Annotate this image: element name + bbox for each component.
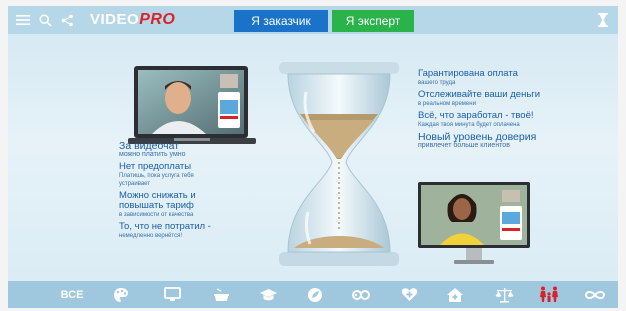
category-graduation-cap-icon[interactable] xyxy=(257,285,279,304)
feature-subtitle: в зависимости от качества xyxy=(119,212,194,218)
category-leaf-icon[interactable] xyxy=(305,285,325,304)
logo-suffix: PRO xyxy=(139,11,176,28)
feature-subtitle: в реальном времени xyxy=(418,101,476,107)
feature-title: Всё, что заработал - твоё! xyxy=(418,110,534,121)
expert-features: Гарантирована оплата вашего труда Отслеж… xyxy=(418,69,578,153)
category-bar: ВСЕ xyxy=(8,281,618,308)
category-heart-plus-icon[interactable] xyxy=(399,285,419,304)
expert-button[interactable]: Я эксперт xyxy=(332,10,414,32)
feature-item: За видеочат можно платить умно xyxy=(119,141,269,159)
customer-features: За видеочат можно платить умно Нет предо… xyxy=(119,141,269,243)
feature-subtitle: немедленно вернётся! xyxy=(119,233,182,239)
feature-item: Нет предоплаты Платишь, пока услуга тебя… xyxy=(119,162,269,188)
feature-subtitle: Платишь, пока услуга тебя устраивает xyxy=(119,173,194,187)
feature-item: То, что не потратил - немедленно вернётс… xyxy=(119,222,269,240)
feature-item: Новый уровень доверия привлечет больше к… xyxy=(418,132,578,150)
logo-prefix: VIDEO xyxy=(90,11,140,28)
share-icon[interactable] xyxy=(58,11,76,29)
feature-subtitle: вашего труда xyxy=(418,80,456,86)
feature-title: За видеочат xyxy=(119,140,180,152)
feature-item: Отслеживайте ваши деньги в реальном врем… xyxy=(418,90,578,108)
feature-title: Новый уровень доверия xyxy=(418,131,537,143)
customer-button[interactable]: Я заказчик xyxy=(234,10,328,32)
category-house-plus-icon[interactable] xyxy=(444,285,466,304)
category-family-icon[interactable] xyxy=(537,285,561,304)
feature-subtitle: привлечет больше клиентов xyxy=(418,142,510,149)
category-monitor-icon[interactable] xyxy=(162,285,182,304)
feature-title: Нет предоплаты xyxy=(119,161,192,172)
logo[interactable]: VIDEOPRO xyxy=(90,11,175,29)
feature-item: Можно снижать и повышать тариф в зависим… xyxy=(119,191,269,219)
feature-title: Гарантирована оплата xyxy=(418,68,518,79)
laptop-illustration xyxy=(128,66,256,148)
feature-title: То, что не потратил - xyxy=(119,221,211,232)
hourglass-icon[interactable] xyxy=(594,11,612,29)
feature-subtitle: Каждая твоя минута будет оплачена xyxy=(418,122,520,128)
app-window: VIDEOPRO Я заказчик Я эксперт За видеоча… xyxy=(8,6,618,308)
feature-subtitle: можно платить умно xyxy=(119,151,186,158)
category-infinity-icon[interactable] xyxy=(583,285,607,304)
category-scales-icon[interactable] xyxy=(493,285,515,304)
feature-title: Отслеживайте ваши деньги xyxy=(418,89,541,100)
category-palette-icon[interactable] xyxy=(111,285,131,304)
feature-title: Можно снижать и повышать тариф xyxy=(119,190,196,211)
feature-item: Всё, что заработал - твоё! Каждая твоя м… xyxy=(418,111,578,129)
top-bar: VIDEOPRO Я заказчик Я эксперт xyxy=(8,6,618,34)
monitor-illustration xyxy=(418,182,530,268)
hourglass-illustration xyxy=(274,62,404,272)
category-infinity-link-icon[interactable] xyxy=(350,285,372,304)
category-all[interactable]: ВСЕ xyxy=(60,285,84,304)
search-icon[interactable] xyxy=(36,11,54,29)
menu-icon[interactable] xyxy=(14,11,32,29)
category-cooking-pot-icon[interactable] xyxy=(211,285,231,304)
feature-item: Гарантирована оплата вашего труда xyxy=(418,69,578,87)
